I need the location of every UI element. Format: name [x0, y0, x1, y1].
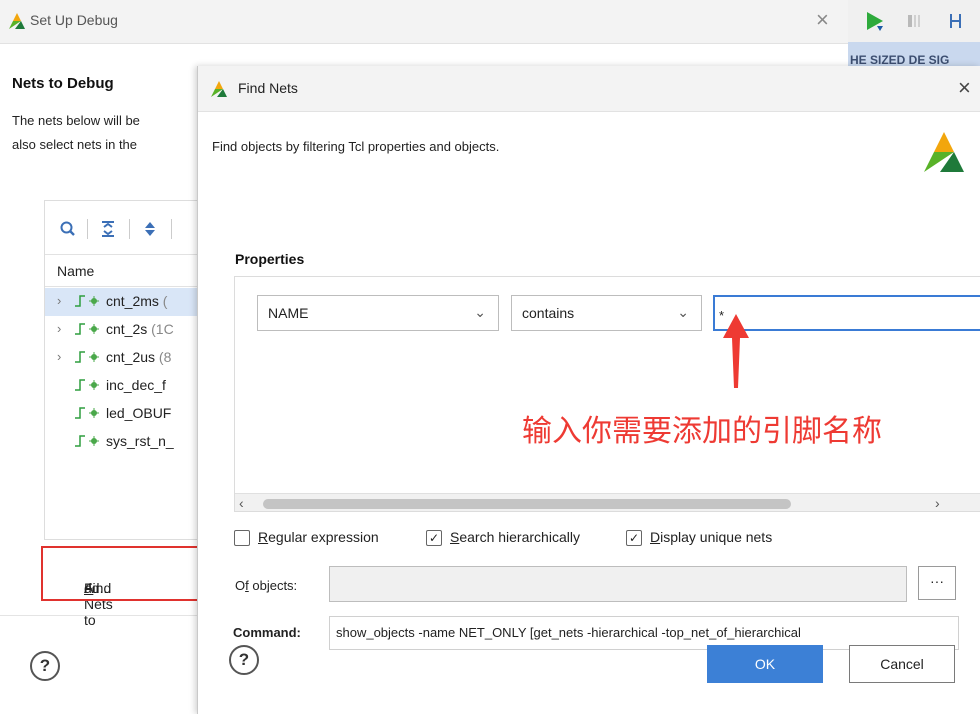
- close-icon[interactable]: ×: [816, 8, 829, 32]
- toolbar-separator: [87, 219, 88, 239]
- net-row[interactable]: › cnt_2s (1C: [45, 316, 215, 344]
- help-icon[interactable]: ?: [229, 645, 259, 675]
- search-hierarchically-label: Search hierarchically: [450, 529, 580, 545]
- net-row[interactable]: › cnt_2ms (: [45, 288, 215, 316]
- net-name: led_OBUF: [106, 405, 172, 421]
- scroll-thumb[interactable]: [263, 499, 791, 509]
- vivado-logo-icon: [211, 81, 227, 97]
- nets-table-panel: Name › cnt_2ms ( › cnt_2s (1C › cnt_2us …: [44, 200, 215, 540]
- regular-expression-label: Regular expression: [258, 529, 379, 545]
- net-icon: [75, 407, 99, 419]
- properties-panel: NAME ⌄ contains ⌄ ‹ ›: [234, 276, 980, 512]
- expand-chevron-icon[interactable]: ›: [57, 349, 61, 364]
- red-arrow-annotation-icon: [723, 314, 749, 388]
- hierarchy-icon[interactable]: [948, 12, 968, 30]
- expand-chevron-icon[interactable]: ›: [57, 293, 61, 308]
- find-nets-titlebar: Find Nets ×: [198, 66, 980, 112]
- net-name: sys_rst_n_: [106, 433, 174, 449]
- net-icon: [75, 435, 99, 447]
- net-bus-icon: [75, 295, 99, 307]
- ok-button[interactable]: OK: [707, 645, 823, 683]
- find-nets-title: Find Nets: [238, 80, 298, 96]
- regular-expression-checkbox[interactable]: [234, 530, 250, 546]
- search-hierarchically-checkbox[interactable]: ✓: [426, 530, 442, 546]
- help-icon[interactable]: ?: [30, 651, 60, 681]
- expand-icon[interactable]: [141, 220, 159, 238]
- cancel-button[interactable]: Cancel: [849, 645, 955, 683]
- find-nets-dialog: Find Nets × Find objects by filtering Tc…: [197, 66, 980, 714]
- property-name-value: NAME: [268, 305, 309, 321]
- net-row[interactable]: led_OBUF: [45, 400, 215, 428]
- collapse-all-icon[interactable]: [99, 220, 117, 238]
- vivado-logo-icon: [9, 13, 25, 29]
- property-value-input[interactable]: [713, 295, 980, 331]
- property-name-select[interactable]: NAME ⌄: [257, 295, 499, 331]
- nets-description-line1: The nets below will be: [12, 113, 140, 128]
- operator-select[interactable]: contains ⌄: [511, 295, 702, 331]
- net-bus-icon: [75, 351, 99, 363]
- search-icon[interactable]: [59, 220, 77, 238]
- horizontal-scrollbar[interactable]: ‹ ›: [235, 493, 980, 511]
- toolbar-separator: [171, 219, 172, 239]
- toolbar-separator: [129, 219, 130, 239]
- find-nets-description: Find objects by filtering Tcl properties…: [212, 139, 500, 154]
- net-name: inc_dec_f: [106, 377, 166, 393]
- net-bus-icon: [75, 323, 99, 335]
- background-band-text: HE SIZED DE SIG: [850, 53, 950, 67]
- name-column-header[interactable]: Name: [45, 255, 215, 287]
- net-icon: [75, 379, 99, 391]
- background-toolbar: [848, 0, 980, 42]
- scroll-left-icon[interactable]: ‹: [239, 495, 244, 511]
- step-icon[interactable]: [906, 12, 924, 30]
- expand-chevron-icon[interactable]: ›: [57, 321, 61, 336]
- screen: Set Up Debug × Nets to Debug The nets be…: [0, 0, 980, 714]
- net-name: cnt_2ms (: [106, 293, 168, 309]
- operator-value: contains: [522, 305, 575, 321]
- nets-to-debug-heading: Nets to Debug: [12, 75, 114, 92]
- set-up-debug-title: Set Up Debug: [30, 12, 118, 28]
- nets-description-line2: also select nets in the: [12, 137, 138, 152]
- nets-toolbar: [45, 201, 215, 255]
- browse-objects-button[interactable]: ···: [918, 566, 956, 600]
- name-column-label: Name: [57, 263, 95, 279]
- of-objects-label: Of objects:: [235, 578, 298, 593]
- net-row[interactable]: inc_dec_f: [45, 372, 215, 400]
- highlight-annotation-box: [41, 546, 221, 601]
- run-icon[interactable]: [864, 10, 886, 32]
- vivado-logo-icon: [924, 132, 964, 172]
- net-name: cnt_2s (1C: [106, 321, 174, 337]
- close-icon[interactable]: ×: [958, 76, 971, 100]
- chevron-down-icon: ⌄: [677, 304, 689, 320]
- net-name: cnt_2us (8: [106, 349, 172, 365]
- of-objects-field[interactable]: [329, 566, 907, 602]
- command-label: Command:: [233, 625, 301, 640]
- properties-label: Properties: [235, 251, 305, 267]
- scroll-right-icon[interactable]: ›: [935, 495, 940, 511]
- net-row[interactable]: › cnt_2us (8: [45, 344, 215, 372]
- chinese-annotation-text: 输入你需要添加的引脚名称: [522, 414, 882, 449]
- set-up-debug-titlebar: Set Up Debug ×: [0, 0, 848, 44]
- display-unique-nets-label: Display unique nets: [650, 529, 773, 545]
- chevron-down-icon: ⌄: [474, 304, 486, 320]
- display-unique-nets-checkbox[interactable]: ✓: [626, 530, 642, 546]
- command-text: show_objects -name NET_ONLY [get_nets -h…: [336, 625, 801, 640]
- net-row[interactable]: sys_rst_n_: [45, 428, 215, 456]
